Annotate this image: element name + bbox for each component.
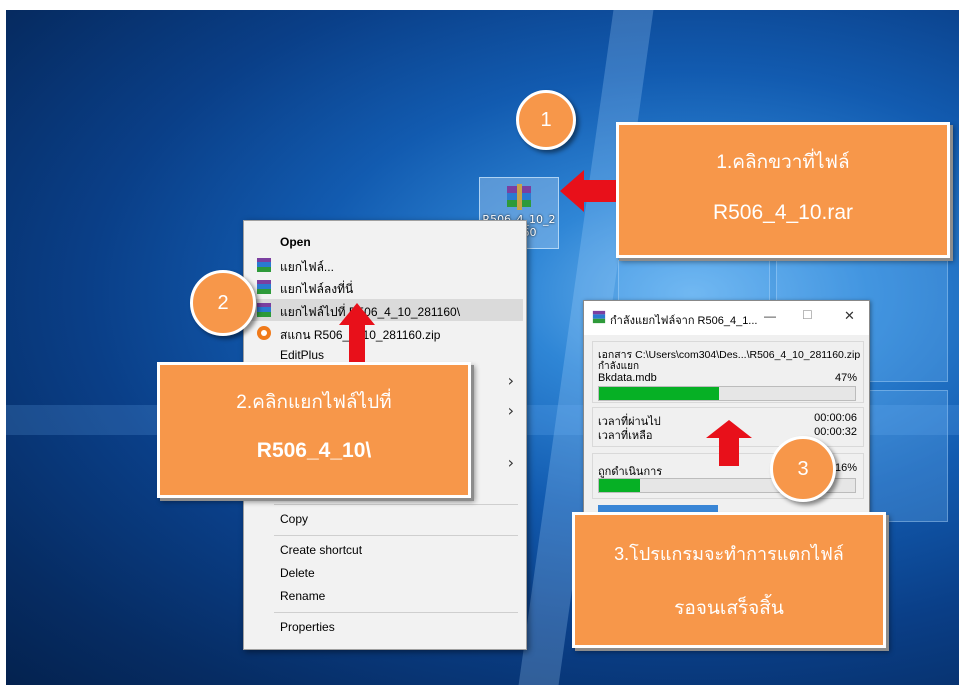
file-progress-fill — [599, 387, 720, 400]
maximize-button[interactable]: ☐ — [802, 308, 813, 322]
winrar-icon — [257, 258, 271, 272]
menu-item-rename[interactable]: Rename — [280, 589, 325, 603]
submenu-chevron-icon: › — [507, 453, 514, 472]
winrar-icon — [257, 280, 271, 294]
winrar-archive-icon — [507, 184, 531, 210]
red-arrow-left-icon — [560, 170, 616, 212]
minimize-button[interactable]: — — [764, 309, 776, 323]
step-2-line2: R506_4_10\ — [256, 439, 372, 462]
menu-separator — [274, 504, 518, 505]
avast-scan-icon — [257, 326, 271, 340]
submenu-chevron-icon: › — [507, 371, 514, 390]
winrar-icon — [257, 303, 271, 317]
remaining-label: เวลาที่เหลือ — [598, 430, 653, 442]
winrar-icon — [592, 310, 606, 324]
step-3-callout: 3.โปรแกรมจะทำการแตกไฟล์ รอจนเสร็จสิ้น — [572, 512, 886, 648]
overall-progress-fill — [599, 479, 640, 492]
menu-item-delete[interactable]: Delete — [280, 566, 315, 580]
close-button[interactable]: ✕ — [844, 308, 855, 324]
remaining-value: 00:00:32 — [814, 426, 857, 438]
menu-item-copy[interactable]: Copy — [280, 512, 308, 526]
menu-item-extract-here[interactable]: แยกไฟล์ลงที่นี่ — [280, 280, 353, 299]
file-progress-bar — [598, 386, 856, 401]
menu-separator — [274, 612, 518, 613]
step-2-callout: 2.คลิกแยกไฟล์ไปที่ R506_4_10\ — [157, 362, 471, 498]
menu-item-extract-files[interactable]: แยกไฟล์... — [280, 258, 334, 277]
dialog-title: กำลังแยกไฟล์จาก R506_4_1... — [610, 315, 758, 327]
step-2-badge: 2 — [190, 270, 256, 336]
file-percent: 47% — [834, 372, 857, 384]
step-1-badge: 1 — [516, 90, 576, 150]
step-1-line2: R506_4_10.rar — [712, 201, 854, 224]
step-3-line1: 3.โปรแกรมจะทำการแตกไฟล์ — [614, 544, 844, 564]
menu-item-editplus[interactable]: EditPlus — [280, 348, 324, 362]
step-2-line1: 2.คลิกแยกไฟล์ไปที่ — [236, 392, 392, 413]
processed-percent: 16% — [834, 462, 857, 474]
submenu-chevron-icon: › — [507, 401, 514, 420]
elapsed-value: 00:00:06 — [814, 412, 857, 424]
menu-separator — [274, 535, 518, 536]
menu-item-create-shortcut[interactable]: Create shortcut — [280, 543, 362, 557]
step-1-callout: 1.คลิกขวาที่ไฟล์ R506_4_10.rar — [616, 122, 950, 258]
menu-item-open[interactable]: Open — [280, 235, 311, 249]
step-3-line2: รอจนเสร็จสิ้น — [674, 598, 784, 619]
file-progress-group: เอกสาร C:\Users\com304\Des...\R506_4_10_… — [592, 341, 864, 403]
dialog-titlebar: กำลังแยกไฟล์จาก R506_4_1... — ☐ ✕ — [584, 301, 869, 335]
red-arrow-up-icon — [339, 303, 375, 363]
red-arrow-up-icon — [706, 420, 752, 466]
menu-item-properties[interactable]: Properties — [280, 620, 335, 634]
step-1-line1: 1.คลิกขวาที่ไฟล์ — [716, 152, 850, 173]
current-file-name: Bkdata.mdb — [598, 372, 657, 384]
step-3-badge: 3 — [770, 436, 836, 502]
